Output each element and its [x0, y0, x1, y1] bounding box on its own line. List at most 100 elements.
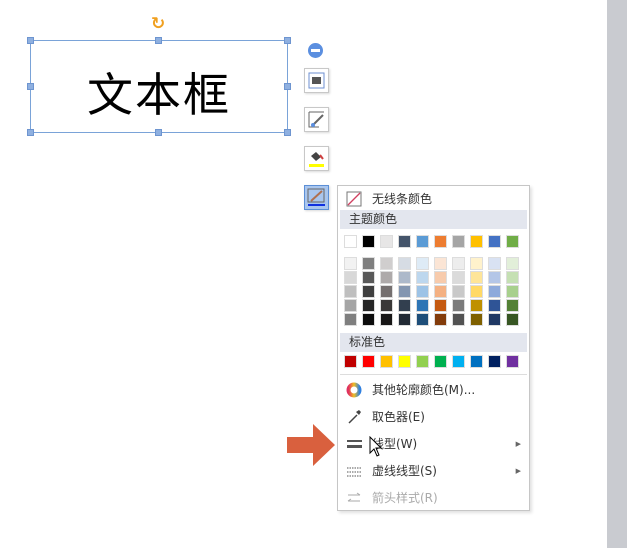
theme-shade-swatch[interactable]	[434, 257, 447, 270]
resize-handle[interactable]	[284, 37, 291, 44]
theme-shade-swatch[interactable]	[452, 299, 465, 312]
theme-shade-swatch[interactable]	[416, 299, 429, 312]
theme-shade-swatch[interactable]	[380, 313, 393, 326]
theme-shade-swatch[interactable]	[488, 285, 501, 298]
resize-handle[interactable]	[155, 37, 162, 44]
fill-button[interactable]	[304, 146, 329, 171]
theme-shade-swatch[interactable]	[362, 313, 375, 326]
submenu-arrow-icon: ▶	[515, 440, 521, 448]
theme-color-swatch[interactable]	[344, 235, 357, 248]
theme-shade-swatch[interactable]	[344, 285, 357, 298]
theme-color-swatch[interactable]	[380, 235, 393, 248]
theme-shade-swatch[interactable]	[398, 313, 411, 326]
theme-shade-swatch[interactable]	[362, 257, 375, 270]
wrap-text-button[interactable]	[304, 68, 329, 93]
color-wheel-icon	[346, 382, 362, 398]
theme-shade-swatch[interactable]	[362, 285, 375, 298]
theme-color-swatch[interactable]	[362, 235, 375, 248]
theme-shade-swatch[interactable]	[470, 271, 483, 284]
resize-handle[interactable]	[27, 37, 34, 44]
standard-color-swatch[interactable]	[470, 355, 483, 368]
resize-handle[interactable]	[284, 83, 291, 90]
wrap-image-icon	[308, 72, 325, 89]
theme-shade-swatch[interactable]	[434, 313, 447, 326]
arrow-style-item: 箭头样式(R)	[338, 486, 529, 510]
theme-shade-swatch[interactable]	[452, 285, 465, 298]
theme-shade-swatch[interactable]	[344, 257, 357, 270]
theme-shade-swatch[interactable]	[506, 257, 519, 270]
theme-shade-swatch[interactable]	[344, 299, 357, 312]
standard-color-swatch[interactable]	[452, 355, 465, 368]
no-line-color-label: 无线条颜色	[372, 192, 433, 206]
more-colors-item[interactable]: 其他轮廓颜色(M)...	[338, 378, 529, 402]
no-line-color-item[interactable]: 无线条颜色	[338, 187, 529, 211]
resize-handle[interactable]	[27, 83, 34, 90]
theme-shade-swatch[interactable]	[416, 271, 429, 284]
standard-color-swatch[interactable]	[362, 355, 375, 368]
theme-shade-swatch[interactable]	[380, 271, 393, 284]
theme-shade-swatch[interactable]	[398, 271, 411, 284]
theme-shade-swatch[interactable]	[434, 299, 447, 312]
theme-shade-swatch[interactable]	[488, 299, 501, 312]
theme-shade-swatch[interactable]	[506, 299, 519, 312]
line-weight-icon	[347, 440, 362, 448]
collapse-icon[interactable]	[308, 43, 323, 58]
theme-color-swatch[interactable]	[416, 235, 429, 248]
theme-shade-swatch[interactable]	[416, 285, 429, 298]
theme-shade-swatch[interactable]	[506, 271, 519, 284]
theme-shade-swatch[interactable]	[416, 313, 429, 326]
theme-shade-swatch[interactable]	[470, 299, 483, 312]
text-box[interactable]: 文本框	[30, 40, 288, 133]
standard-color-swatch[interactable]	[344, 355, 357, 368]
outline-button[interactable]	[304, 185, 329, 210]
edit-shape-button[interactable]	[304, 107, 329, 132]
theme-color-swatch[interactable]	[488, 235, 501, 248]
standard-color-swatch[interactable]	[380, 355, 393, 368]
standard-color-swatch[interactable]	[398, 355, 411, 368]
theme-shade-swatch[interactable]	[452, 313, 465, 326]
theme-shade-swatch[interactable]	[434, 271, 447, 284]
theme-shade-swatch[interactable]	[380, 285, 393, 298]
resize-handle[interactable]	[27, 129, 34, 136]
text-box-content[interactable]: 文本框	[31, 59, 287, 125]
theme-shade-swatch[interactable]	[398, 257, 411, 270]
theme-shade-swatch[interactable]	[362, 299, 375, 312]
standard-color-swatch[interactable]	[434, 355, 447, 368]
theme-color-swatch[interactable]	[506, 235, 519, 248]
theme-shade-swatch[interactable]	[488, 313, 501, 326]
theme-shade-swatch[interactable]	[470, 285, 483, 298]
standard-colors-header: 标准色	[340, 333, 527, 352]
theme-shade-swatch[interactable]	[470, 313, 483, 326]
theme-shade-swatch[interactable]	[398, 299, 411, 312]
standard-color-swatch[interactable]	[416, 355, 429, 368]
standard-color-swatch[interactable]	[488, 355, 501, 368]
theme-shade-swatch[interactable]	[488, 257, 501, 270]
theme-shade-swatch[interactable]	[434, 285, 447, 298]
theme-shade-swatch[interactable]	[506, 313, 519, 326]
theme-shade-swatch[interactable]	[488, 271, 501, 284]
theme-shade-swatch[interactable]	[398, 285, 411, 298]
theme-shade-swatch[interactable]	[416, 257, 429, 270]
theme-shade-swatch[interactable]	[362, 271, 375, 284]
eyedropper-item[interactable]: 取色器(E)	[338, 405, 529, 429]
theme-shade-swatch[interactable]	[344, 313, 357, 326]
theme-colors-header: 主题颜色	[340, 210, 527, 229]
dash-style-label: 虚线线型(S)	[372, 464, 437, 478]
line-style-item[interactable]: 线型(W) ▶	[338, 432, 529, 456]
theme-color-swatch[interactable]	[470, 235, 483, 248]
dash-style-item[interactable]: 虚线线型(S) ▶	[338, 459, 529, 483]
theme-shade-swatch[interactable]	[452, 257, 465, 270]
theme-shade-swatch[interactable]	[506, 285, 519, 298]
resize-handle[interactable]	[155, 129, 162, 136]
theme-shade-swatch[interactable]	[452, 271, 465, 284]
theme-shade-swatch[interactable]	[344, 271, 357, 284]
theme-shade-swatch[interactable]	[380, 257, 393, 270]
theme-color-swatch[interactable]	[434, 235, 447, 248]
rotate-handle-icon[interactable]: ↻	[151, 14, 165, 34]
theme-shade-swatch[interactable]	[380, 299, 393, 312]
theme-shade-swatch[interactable]	[470, 257, 483, 270]
resize-handle[interactable]	[284, 129, 291, 136]
theme-color-swatch[interactable]	[398, 235, 411, 248]
standard-color-swatch[interactable]	[506, 355, 519, 368]
theme-color-swatch[interactable]	[452, 235, 465, 248]
